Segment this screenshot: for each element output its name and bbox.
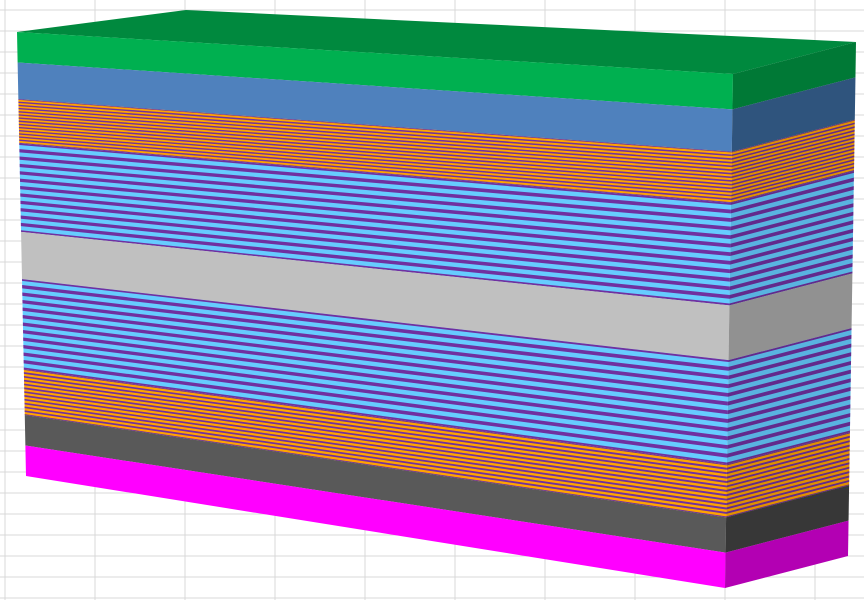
layer-stack-block xyxy=(17,10,856,588)
diagram-canvas xyxy=(0,0,864,600)
block-side-shade xyxy=(725,42,856,588)
layer-stack-diagram xyxy=(0,0,864,600)
